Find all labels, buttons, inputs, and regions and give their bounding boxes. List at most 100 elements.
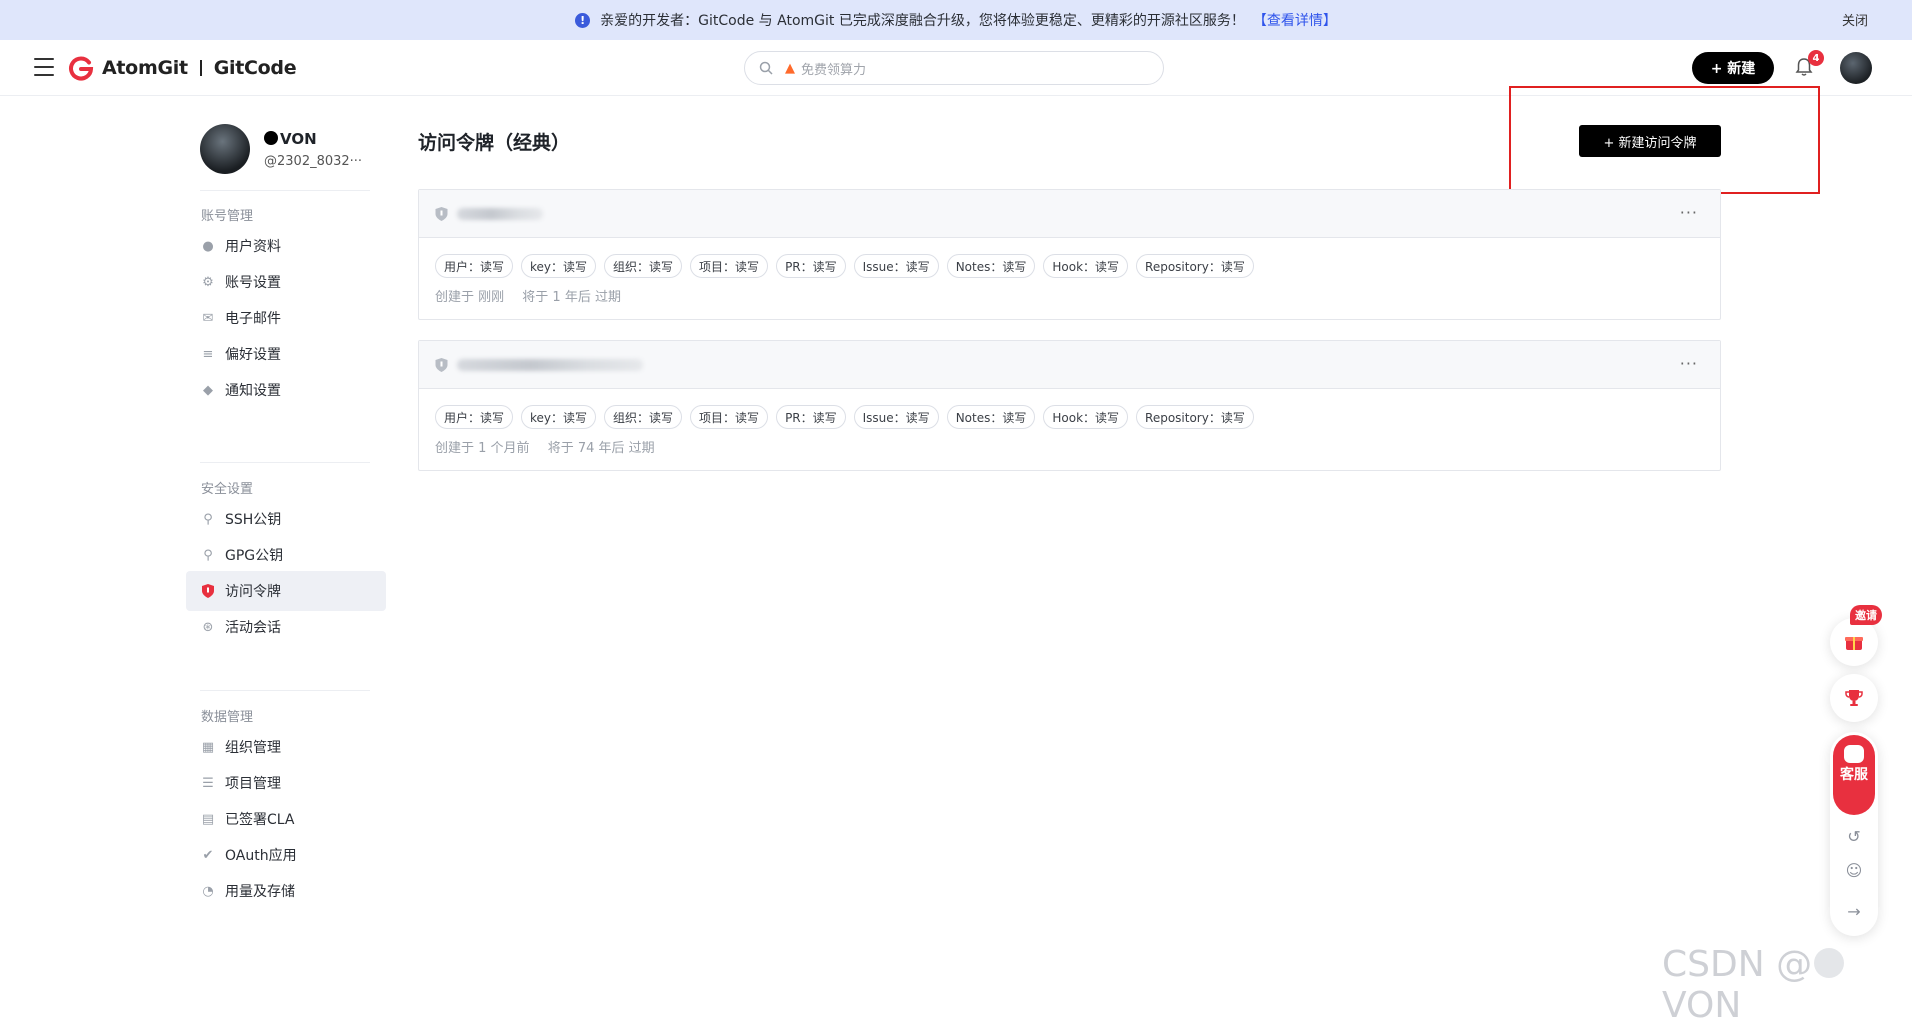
scope-tag: Hook：读写 [1043,405,1129,429]
notification-badge: 4 [1808,50,1824,66]
group-title-account: 账号管理 [201,209,254,224]
token-expires: 将于 1 年后 过期 [522,290,621,305]
menu-icon[interactable] [34,58,54,78]
token-expires: 将于 74 年后 过期 [547,441,655,456]
announcement-link[interactable]: 【查看详情】 [1253,10,1337,30]
atomgit-logo-icon [69,56,94,81]
token-meta: 创建于 刚刚 将于 1 年后 过期 [435,286,1704,305]
profile-card: VON @2302_8032··· [200,124,390,180]
gift-icon [1845,637,1863,650]
scope-tag: 用户：读写 [435,405,514,429]
sidebar-divider [200,462,370,463]
announcement-bar: ! 亲爱的开发者：GitCode 与 AtomGit 已完成深度融合升级，您将体… [0,0,1912,40]
scope-tag: 组织：读写 [604,405,683,429]
sidebar-item-projects[interactable]: ☰ 项目管理 [186,763,386,803]
sidebar-item-usage-storage[interactable]: ◔ 用量及存储 [186,871,386,911]
scope-list: 用户：读写 key：读写 组织：读写 项目：读写 PR：读写 Issue：读写 … [435,405,1704,429]
annotation-highlight-box [1509,86,1820,194]
profile-name: VON [264,130,317,148]
invite-badge: 邀请 [1850,605,1882,625]
shield-icon [201,584,215,598]
sidebar-item-account-settings[interactable]: ⚙ 账号设置 [186,262,386,302]
layers-icon: ☰ [202,775,214,791]
invite-button[interactable] [1830,618,1878,666]
sidebar-item-oauth-apps[interactable]: ✔ OAuth应用 [186,835,386,875]
shield-icon [435,358,448,372]
notification-icon: ◆ [203,382,213,398]
token-card: ··· 用户：读写 key：读写 组织：读写 项目：读写 PR：读写 Issue… [418,189,1721,320]
notification-button[interactable]: 4 [1794,50,1824,78]
signal-icon: ⊛ [202,619,214,635]
scope-tag: PR：读写 [776,254,846,278]
smile-icon[interactable]: ☺ [1843,859,1865,881]
scope-tag: Repository：读写 [1136,405,1254,429]
sidebar-item-profile[interactable]: ● 用户资料 [186,226,386,266]
token-created: 创建于 刚刚 [435,290,505,305]
sidebar-item-ssh-keys[interactable]: ⚲ SSH公钥 [186,499,386,539]
logo-atomgit: AtomGit [102,57,188,79]
mail-icon: ✉ [202,310,214,326]
announcement-text: 亲爱的开发者：GitCode 与 AtomGit 已完成深度融合升级，您将体验更… [600,13,1245,29]
new-button[interactable]: + 新建 [1692,52,1774,84]
token-body: 用户：读写 key：读写 组织：读写 项目：读写 PR：读写 Issue：读写 … [419,238,1720,319]
search-icon [759,61,773,75]
user-icon: ● [202,238,214,254]
token-meta: 创建于 1 个月前 将于 74 年后 过期 [435,437,1704,456]
history-icon[interactable]: ↺ [1843,825,1865,847]
scope-tag: 组织：读写 [604,254,683,278]
search-input[interactable]: ▲ 免费领算力 [744,51,1164,85]
token-header: ··· [419,190,1720,238]
trophy-button[interactable] [1830,674,1878,722]
sidebar-item-gpg-keys[interactable]: ⚲ GPG公钥 [186,535,386,575]
token-name-redacted [457,359,643,371]
token-body: 用户：读写 key：读写 组织：读写 项目：读写 PR：读写 Issue：读写 … [419,389,1720,470]
building-icon: ▦ [201,739,215,755]
logo-divider [199,60,202,76]
watermark-dot-icon [1814,948,1845,978]
site-logo[interactable]: AtomGit GitCode [68,54,297,82]
sidebar-item-email[interactable]: ✉ 电子邮件 [186,298,386,338]
gear-icon: ⚙ [202,274,214,290]
shield-check-icon: ✔ [202,847,214,863]
sidebar-item-signed-cla[interactable]: ▤ 已签署CLA [186,799,386,839]
sidebar-divider [200,690,370,691]
sidebar-item-active-sessions[interactable]: ⊛ 活动会话 [186,607,386,647]
close-announcement-button[interactable]: 关闭 [1842,10,1868,29]
group-title-data: 数据管理 [201,710,254,725]
more-options-button[interactable]: ··· [1680,354,1698,373]
key-icon: ⚲ [203,547,213,563]
info-icon: ! [575,12,591,28]
more-options-button[interactable]: ··· [1680,203,1698,222]
chat-icon [1844,745,1864,763]
trophy-icon [1845,690,1863,706]
sidebar-item-notifications[interactable]: ◆ 通知设置 [186,370,386,410]
token-header: ··· [419,341,1720,389]
page-title: 访问令牌（经典） [418,132,571,154]
token-name-redacted [457,208,543,220]
user-avatar[interactable] [1840,52,1872,84]
scope-tag: PR：读写 [776,405,846,429]
sidebar-item-preferences[interactable]: ≡ 偏好设置 [186,334,386,374]
csdn-watermark: CSDN @VON [1662,944,1912,1026]
arrow-right-icon[interactable]: → [1843,900,1865,922]
fire-icon: ▲ [785,60,795,76]
profile-handle: @2302_8032··· [264,154,363,169]
logo-gitcode: GitCode [213,57,297,79]
group-title-security: 安全设置 [201,482,254,497]
scope-tag: Issue：读写 [853,405,939,429]
token-card: ··· 用户：读写 key：读写 组织：读写 项目：读写 PR：读写 Issue… [418,340,1721,471]
scope-tag: 用户：读写 [435,254,514,278]
scope-tag: 项目：读写 [690,254,769,278]
name-dot-icon [264,131,278,145]
key-icon: ⚲ [203,511,213,527]
sidebar-item-access-tokens[interactable]: 访问令牌 [186,571,386,611]
customer-service-button[interactable]: 客服 [1833,735,1875,815]
document-icon: ▤ [201,811,215,827]
sidebar-divider [200,190,370,191]
scope-tag: key：读写 [521,254,597,278]
scope-tag: Repository：读写 [1136,254,1254,278]
scope-list: 用户：读写 key：读写 组织：读写 项目：读写 PR：读写 Issue：读写 … [435,254,1704,278]
customer-service-label: 客服 [1840,767,1868,783]
token-created: 创建于 1 个月前 [435,441,530,456]
sidebar-item-organizations[interactable]: ▦ 组织管理 [186,727,386,767]
